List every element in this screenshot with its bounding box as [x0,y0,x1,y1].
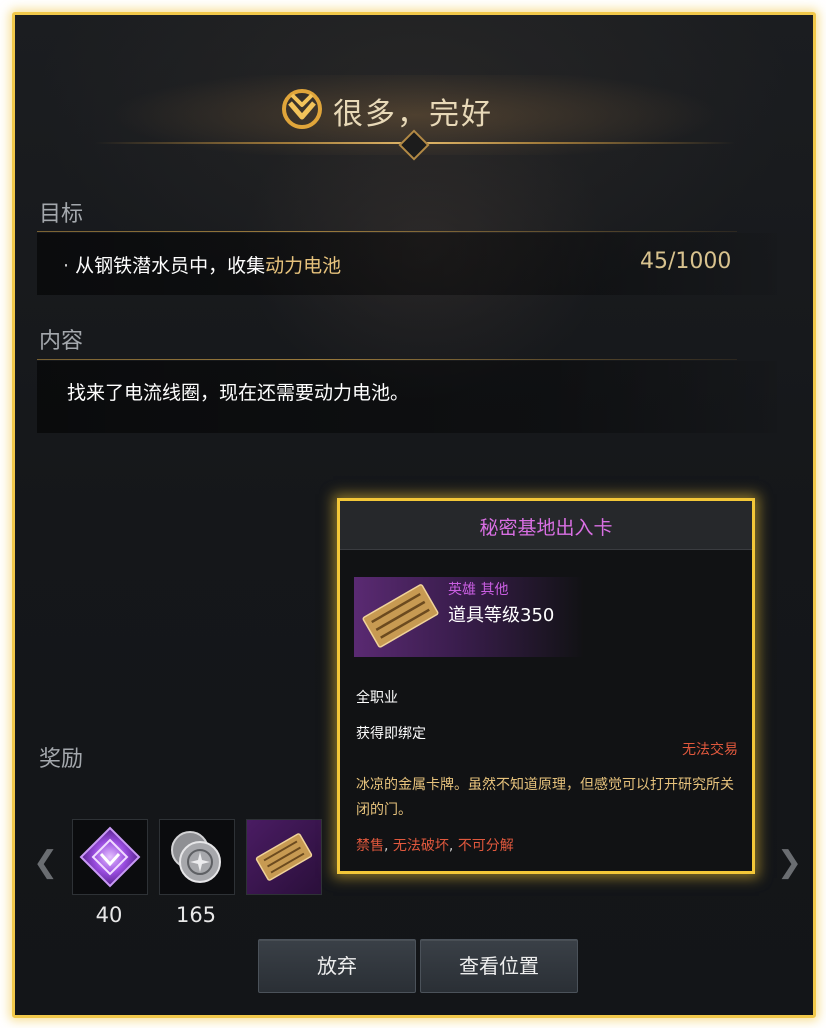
flag-indestructible: 无法破坏 [392,838,449,854]
objective-rule [37,231,737,232]
abandon-button[interactable]: 放弃 [258,939,416,993]
objective-prefix: 从钢铁潜水员中，收集 [75,255,266,277]
tooltip-description: 冰凉的金属卡牌。虽然不知道原理，但感觉可以打开研究所关闭的门。 [356,777,734,818]
reward-slot-3[interactable] [246,819,322,895]
chevron-left-icon[interactable]: ❮ [33,845,58,880]
quest-emblem-icon [282,89,322,129]
silver-coin-stack-icon [171,831,221,883]
purple-crystal-icon [79,826,141,888]
flag-no-dismantle: 不可分解 [457,838,514,854]
reward-count-1: 40 [95,903,123,927]
reward-label: 奖励 [39,747,84,772]
item-tooltip: 秘密基地出入卡 英雄 其他 道具等级350 全职业 获得即绑定 无法交易 冰凉的… [337,498,755,874]
flag-no-sell: 禁售 [356,838,384,854]
locate-button[interactable]: 查看位置 [420,939,578,993]
tooltip-rarity: 英雄 其他 [448,582,509,598]
tooltip-title: 秘密基地出入卡 [479,517,613,539]
secret-base-card-icon [362,584,439,648]
objective-progress: 45/1000 [640,249,732,274]
content-rule [37,359,737,360]
tooltip-trade: 无法交易 [682,742,738,758]
objective-target: 动力电池 [265,255,342,277]
quest-title: 很多，完好 [333,97,493,132]
tooltip-item-level: 道具等级350 [448,605,555,626]
reward-count-2: 165 [175,903,217,927]
objective-text: · 从钢铁潜水员中，收集动力电池 [63,251,341,278]
objective-bullet: · [63,255,76,277]
content-label: 内容 [39,329,84,354]
objective-label: 目标 [39,202,84,227]
chevron-right-icon[interactable]: ❯ [777,845,802,880]
reward-slot-2[interactable] [159,819,235,895]
secret-base-card-icon [255,833,313,881]
tooltip-bind: 获得即绑定 [356,726,426,742]
reward-slot-1[interactable] [72,819,148,895]
content-text: 找来了电流线圈，现在还需要动力电池。 [67,382,410,404]
flag-separator: , [448,838,458,854]
tooltip-flags: 禁售, 无法破坏, 不可分解 [356,835,514,855]
flag-separator: , [384,838,393,854]
tooltip-class: 全职业 [356,690,398,706]
